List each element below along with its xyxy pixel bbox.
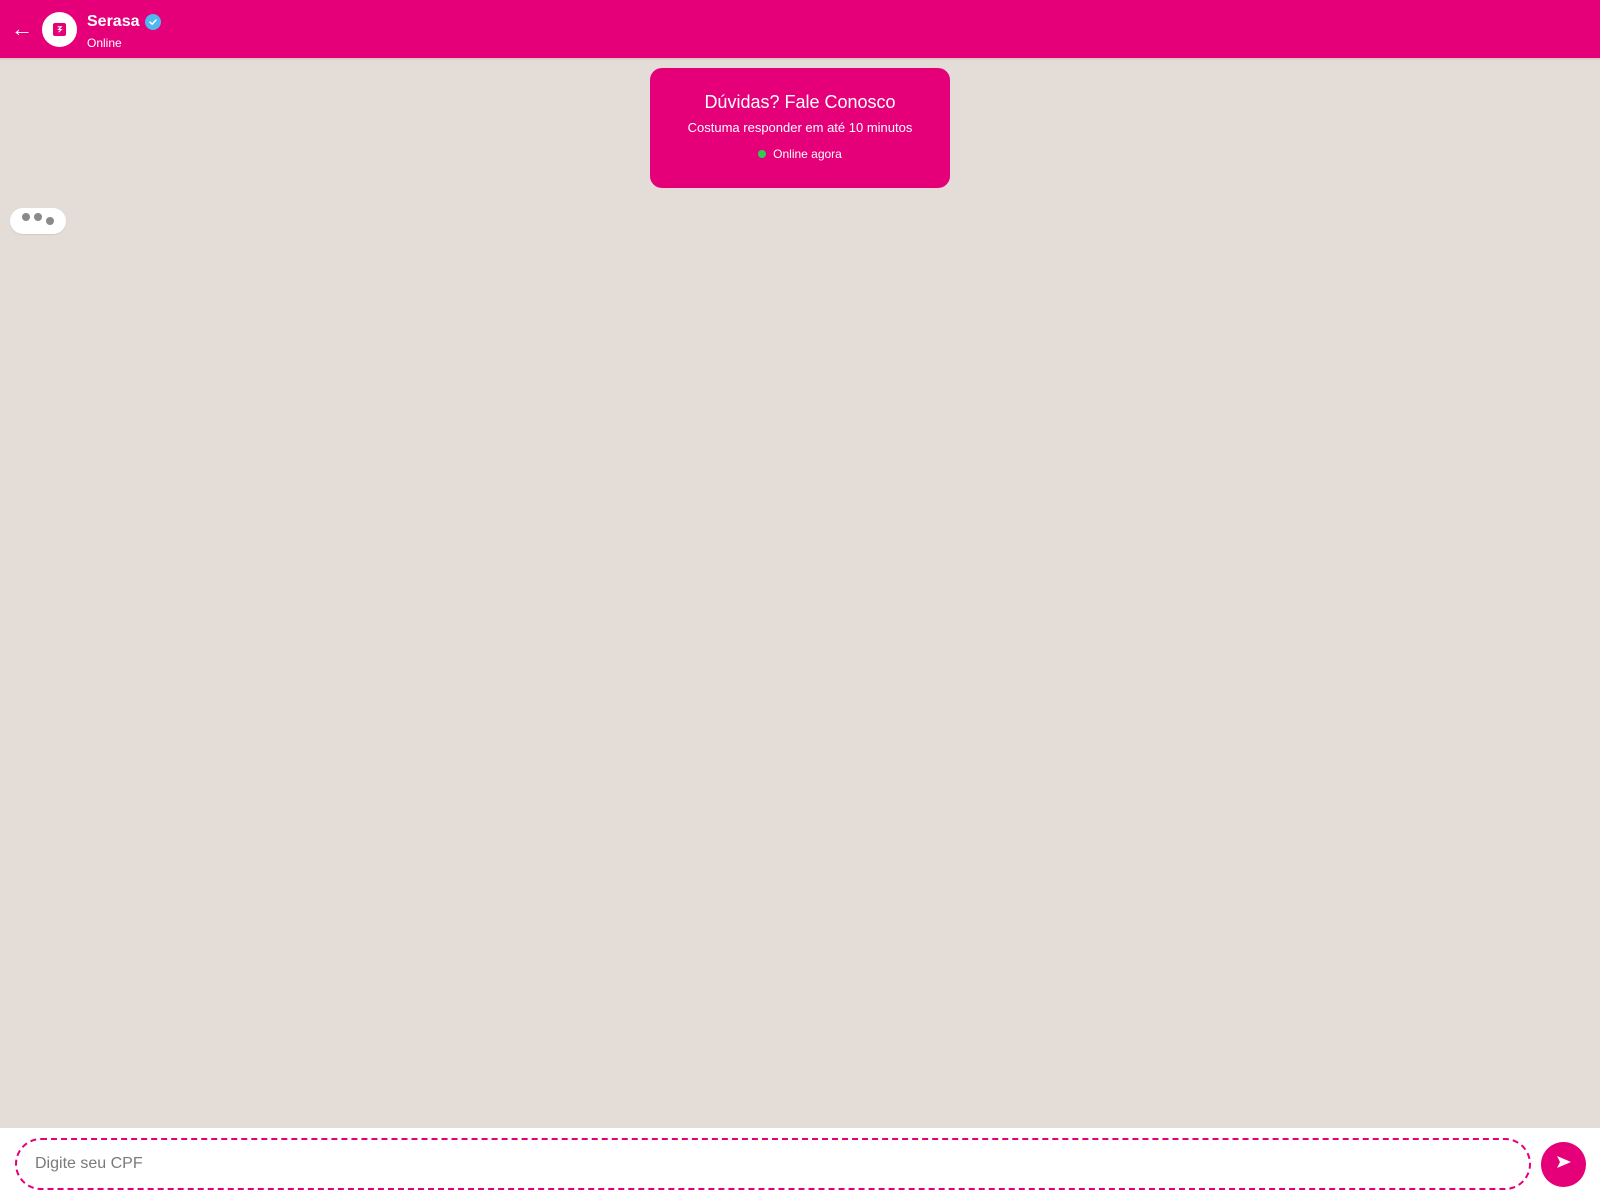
arrow-left-icon: ← <box>11 16 33 41</box>
typing-dot-icon <box>22 213 30 221</box>
online-status-text: Online agora <box>773 147 842 161</box>
serasa-logo-icon <box>53 22 66 36</box>
avatar[interactable] <box>42 11 77 47</box>
send-button[interactable] <box>1541 1142 1586 1187</box>
online-dot-icon <box>758 150 767 158</box>
verified-check-icon <box>144 13 161 30</box>
chat-header: ← Serasa Online <box>0 0 1600 58</box>
contact-name-row: Serasa <box>87 11 161 33</box>
info-card-title: Dúvidas? Fale Conosco <box>704 92 896 112</box>
info-card-subtitle: Costuma responder em até 10 minutos <box>687 120 913 135</box>
typing-indicator <box>10 208 66 234</box>
back-button[interactable]: ← <box>3 0 41 58</box>
contact-name: Serasa <box>87 12 140 30</box>
message-composer <box>0 1128 1600 1200</box>
typing-dot-icon <box>46 217 54 225</box>
typing-dot-icon <box>34 213 42 221</box>
send-icon <box>1555 1153 1573 1176</box>
contact-status: Online <box>87 35 122 50</box>
online-status-row: Online agora <box>650 147 950 161</box>
contact-info: Serasa Online <box>87 0 161 58</box>
cpf-input[interactable] <box>15 1138 1531 1190</box>
chat-messages-area[interactable]: Dúvidas? Fale Conosco Costuma responder … <box>0 58 1600 1128</box>
contact-info-card: Dúvidas? Fale Conosco Costuma responder … <box>650 68 950 188</box>
